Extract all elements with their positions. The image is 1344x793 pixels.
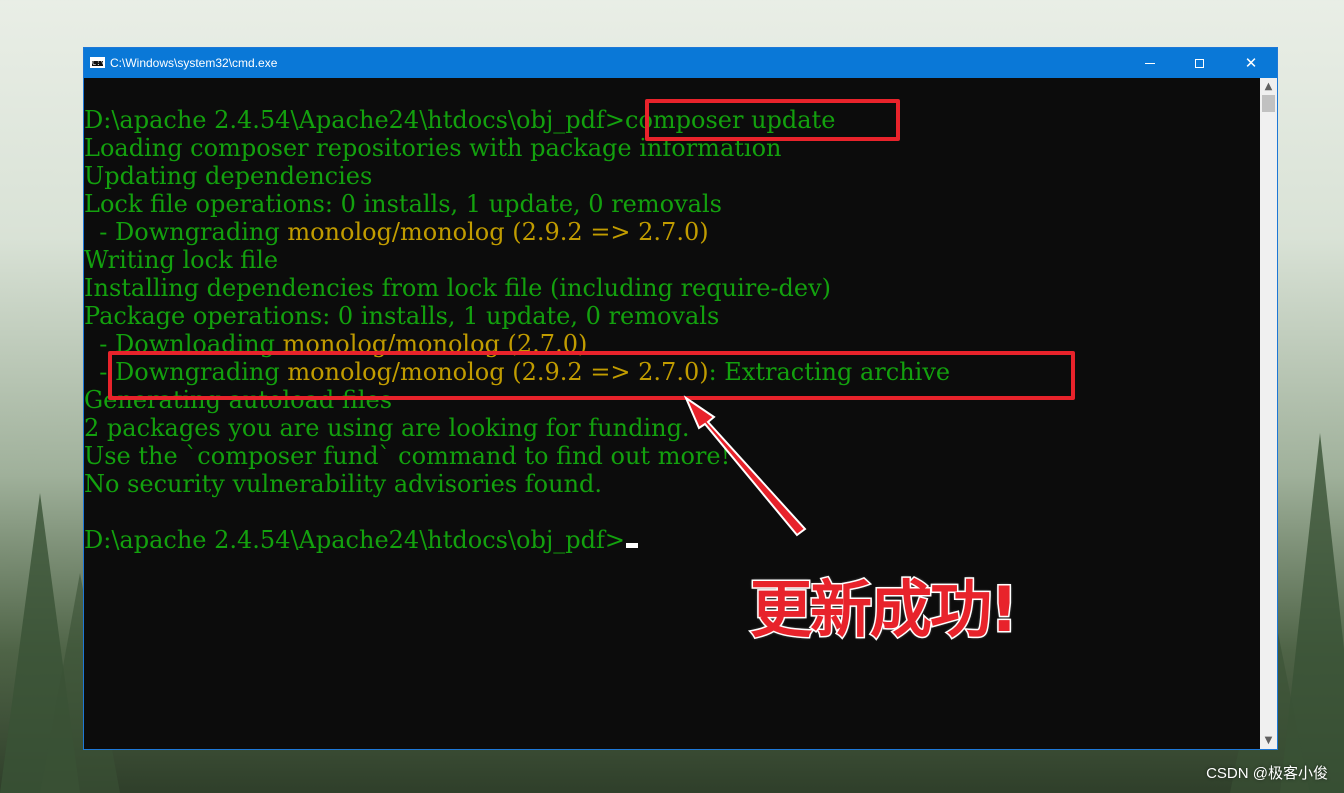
text-cursor: [626, 543, 639, 548]
console-line-prompt: D:\apache 2.4.54\Apache24\htdocs\obj_pdf…: [84, 526, 639, 554]
success-annotation: 更新成功!: [748, 573, 1019, 646]
chevron-down-icon: ▼: [1264, 734, 1273, 746]
console-line: 2 packages you are using are looking for…: [84, 414, 690, 442]
vertical-scrollbar[interactable]: ▲ ▼: [1260, 78, 1277, 749]
chevron-up-icon: ▲: [1264, 80, 1273, 92]
cmd-app-icon[interactable]: [90, 57, 105, 68]
console-line: Package operations: 0 installs, 1 update…: [84, 302, 720, 330]
op-text: - Downgrading: [84, 218, 288, 246]
highlight-box-command: [645, 99, 900, 141]
close-button[interactable]: ✕: [1228, 48, 1274, 78]
package-version: (2.9.2 => 2.7.0): [504, 218, 709, 246]
title-bar[interactable]: C:\Windows\system32\cmd.exe ✕: [84, 48, 1277, 78]
prompt-path: D:\apache 2.4.54\Apache24\htdocs\obj_pdf…: [84, 106, 626, 134]
maximize-icon: [1194, 58, 1204, 68]
console-line: Writing lock file: [84, 246, 279, 274]
minimize-icon: [1145, 62, 1155, 64]
console-output[interactable]: D:\apache 2.4.54\Apache24\htdocs\obj_pdf…: [84, 78, 1260, 749]
scroll-down-button[interactable]: ▼: [1260, 732, 1277, 749]
console-line: Installing dependencies from lock file (…: [84, 274, 832, 302]
package-name: monolog/monolog: [287, 218, 505, 246]
close-icon: ✕: [1244, 53, 1258, 72]
minimize-button[interactable]: [1127, 48, 1173, 78]
highlight-box-result: [108, 351, 1075, 400]
csdn-watermark: CSDN @极客小俊: [1206, 765, 1328, 782]
console-line: Use the `composer fund` command to find …: [84, 442, 731, 470]
console-line: Lock file operations: 0 installs, 1 upda…: [84, 190, 722, 218]
window-title: C:\Windows\system32\cmd.exe: [110, 56, 278, 70]
console-line-package: - Downgrading monolog/monolog (2.9.2 => …: [84, 218, 709, 246]
scroll-up-button[interactable]: ▲: [1260, 78, 1277, 95]
maximize-button[interactable]: [1176, 48, 1222, 78]
scroll-thumb[interactable]: [1262, 95, 1275, 112]
console-line: Updating dependencies: [84, 162, 373, 190]
prompt-path: D:\apache 2.4.54\Apache24\htdocs\obj_pdf…: [84, 526, 626, 554]
console-line: No security vulnerability advisories fou…: [84, 470, 603, 498]
